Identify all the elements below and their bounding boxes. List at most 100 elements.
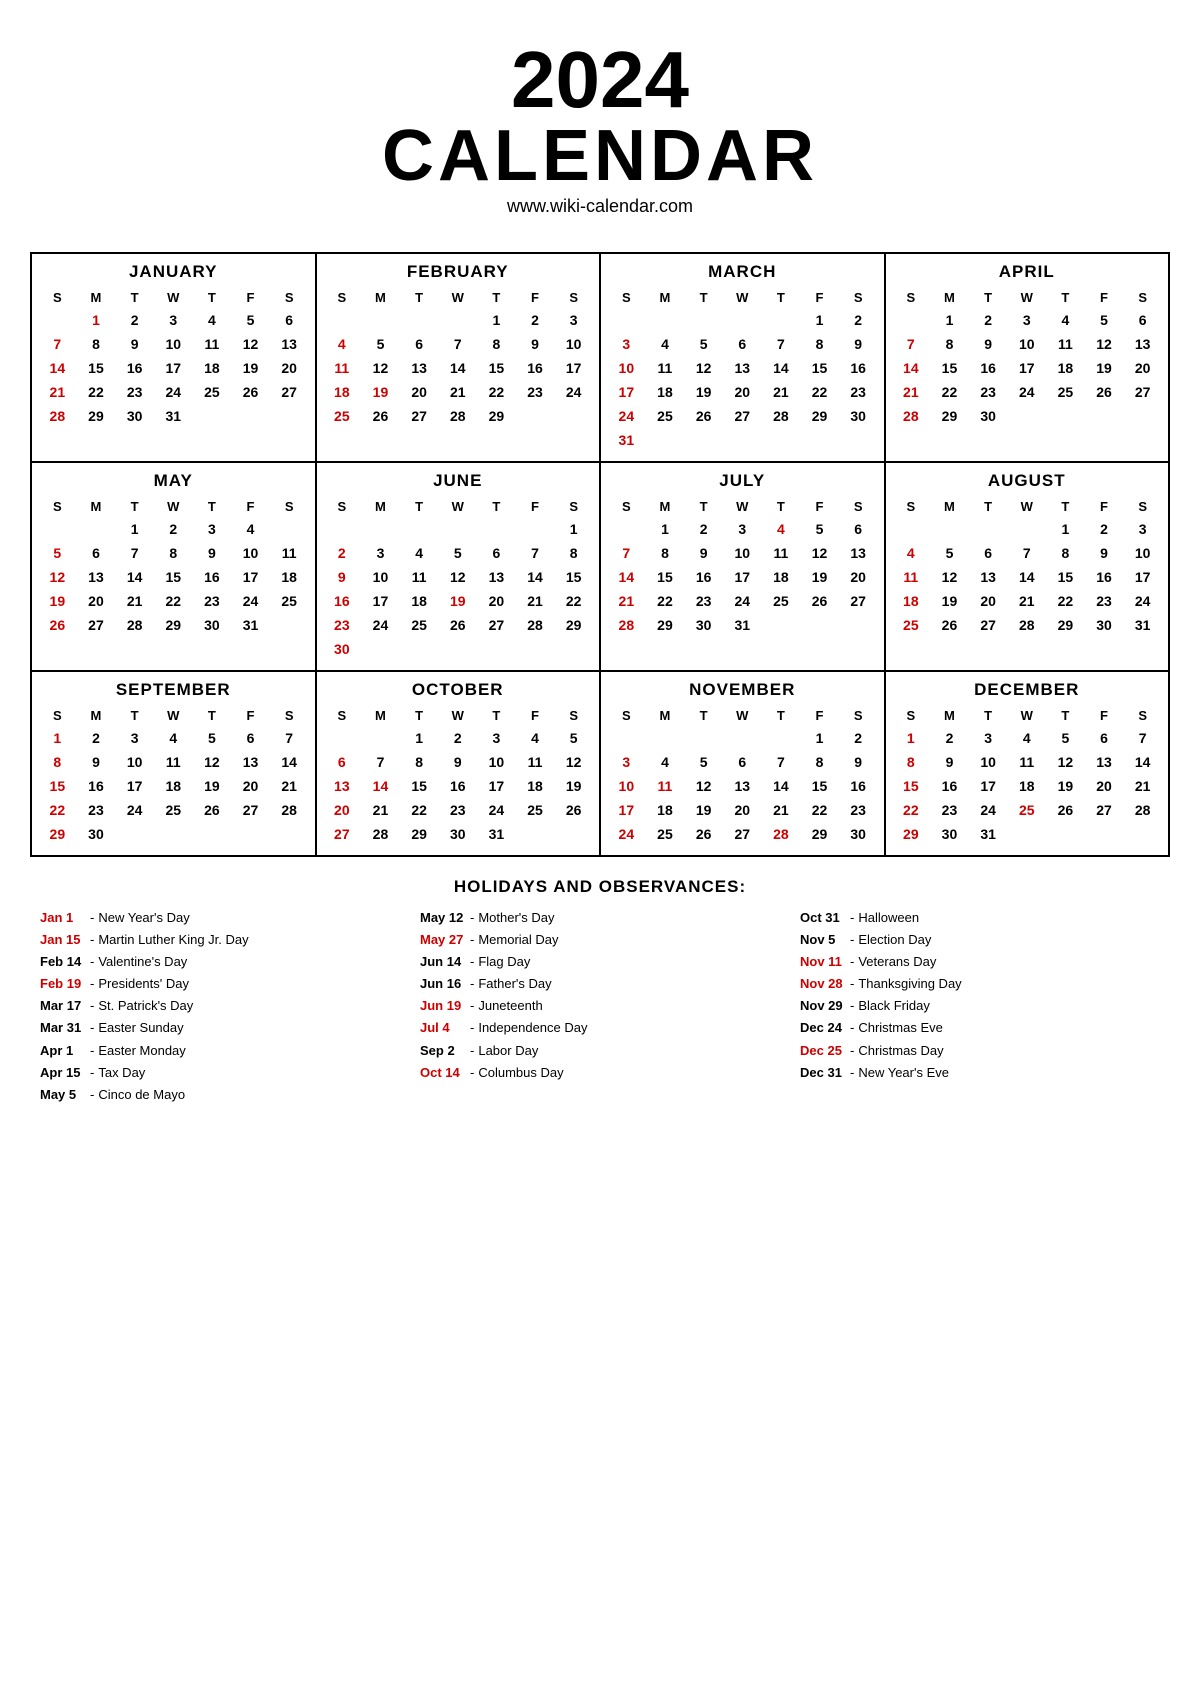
day-cell: 24 — [1007, 381, 1046, 403]
day-header: F — [800, 706, 839, 725]
day-cell: 15 — [800, 775, 839, 797]
day-cell — [684, 309, 723, 331]
day-cell: 29 — [930, 405, 969, 427]
day-cell: 19 — [1085, 357, 1124, 379]
holiday-name: Independence Day — [478, 1017, 587, 1039]
day-cell: 20 — [723, 799, 762, 821]
day-cell: 18 — [1007, 775, 1046, 797]
day-cell: 18 — [193, 357, 232, 379]
holiday-dash: - — [90, 1084, 94, 1106]
day-cell: 25 — [646, 405, 685, 427]
day-cell: 16 — [323, 590, 362, 612]
day-cell: 3 — [969, 727, 1008, 749]
day-cell — [607, 309, 646, 331]
day-cell: 11 — [892, 566, 931, 588]
day-header: T — [684, 288, 723, 307]
day-cell — [361, 309, 400, 331]
day-cell: 5 — [800, 518, 839, 540]
day-header: M — [361, 497, 400, 516]
day-header: M — [930, 706, 969, 725]
day-cell: 6 — [969, 542, 1008, 564]
day-cell: 9 — [438, 751, 477, 773]
holiday-entry: Mar 31-Easter Sunday — [40, 1017, 400, 1039]
day-cell — [723, 429, 762, 451]
day-header: W — [723, 706, 762, 725]
day-cell — [477, 638, 516, 660]
day-cell: 20 — [969, 590, 1008, 612]
day-cell: 25 — [270, 590, 309, 612]
holiday-dash: - — [90, 1040, 94, 1062]
day-cell: 22 — [1046, 590, 1085, 612]
day-header: T — [193, 288, 232, 307]
day-cell: 23 — [115, 381, 154, 403]
day-cell: 5 — [1085, 309, 1124, 331]
day-cell: 24 — [115, 799, 154, 821]
day-header: S — [323, 288, 362, 307]
day-cell: 23 — [323, 614, 362, 636]
day-header: T — [969, 706, 1008, 725]
holiday-name: Easter Monday — [98, 1040, 185, 1062]
day-cell: 19 — [361, 381, 400, 403]
day-cell: 26 — [193, 799, 232, 821]
day-cell: 3 — [607, 751, 646, 773]
day-cell: 20 — [723, 381, 762, 403]
day-cell: 16 — [839, 357, 878, 379]
day-cell — [323, 727, 362, 749]
day-cell: 25 — [1046, 381, 1085, 403]
day-cell: 20 — [77, 590, 116, 612]
day-cell — [193, 405, 232, 427]
holiday-date: Nov 11 — [800, 951, 846, 973]
day-cell: 4 — [400, 542, 439, 564]
day-cell: 27 — [400, 405, 439, 427]
holiday-dash: - — [90, 995, 94, 1017]
day-cell: 8 — [800, 751, 839, 773]
day-cell: 3 — [723, 518, 762, 540]
day-cell: 19 — [438, 590, 477, 612]
day-cell: 16 — [839, 775, 878, 797]
day-cell: 27 — [477, 614, 516, 636]
holiday-date: May 27 — [420, 929, 466, 951]
day-cell — [892, 309, 931, 331]
day-cell: 13 — [477, 566, 516, 588]
day-cell: 14 — [607, 566, 646, 588]
holiday-entry: Apr 1-Easter Monday — [40, 1040, 400, 1062]
day-header: S — [892, 288, 931, 307]
day-cell: 11 — [323, 357, 362, 379]
day-cell: 10 — [1123, 542, 1162, 564]
day-cell: 14 — [1123, 751, 1162, 773]
holiday-entry: Feb 14-Valentine's Day — [40, 951, 400, 973]
day-cell: 23 — [839, 381, 878, 403]
day-cell: 3 — [1123, 518, 1162, 540]
holiday-name: Juneteenth — [478, 995, 542, 1017]
day-cell — [1007, 405, 1046, 427]
day-cell — [438, 638, 477, 660]
day-cell: 24 — [231, 590, 270, 612]
day-cell — [400, 518, 439, 540]
holiday-name: Black Friday — [858, 995, 930, 1017]
holiday-name: Halloween — [858, 907, 919, 929]
holiday-entry: Jun 19-Juneteenth — [420, 995, 780, 1017]
day-cell: 7 — [1123, 727, 1162, 749]
day-cell: 18 — [762, 566, 801, 588]
day-cell: 17 — [723, 566, 762, 588]
day-cell: 6 — [1085, 727, 1124, 749]
day-header: S — [892, 497, 931, 516]
day-header: W — [154, 497, 193, 516]
day-cell: 14 — [438, 357, 477, 379]
day-cell: 16 — [438, 775, 477, 797]
day-header: F — [800, 497, 839, 516]
holiday-dash: - — [470, 1040, 474, 1062]
day-cell: 30 — [323, 638, 362, 660]
day-cell: 11 — [516, 751, 555, 773]
month-block-january: JANUARYSMTWTFS12345678910111213141516171… — [32, 254, 317, 463]
day-cell: 4 — [231, 518, 270, 540]
day-header: M — [930, 288, 969, 307]
day-cell: 12 — [361, 357, 400, 379]
day-cell: 28 — [115, 614, 154, 636]
day-cell: 4 — [516, 727, 555, 749]
day-cell: 17 — [154, 357, 193, 379]
day-cell — [438, 518, 477, 540]
day-cell: 5 — [1046, 727, 1085, 749]
day-cell: 11 — [646, 357, 685, 379]
day-cell: 19 — [800, 566, 839, 588]
